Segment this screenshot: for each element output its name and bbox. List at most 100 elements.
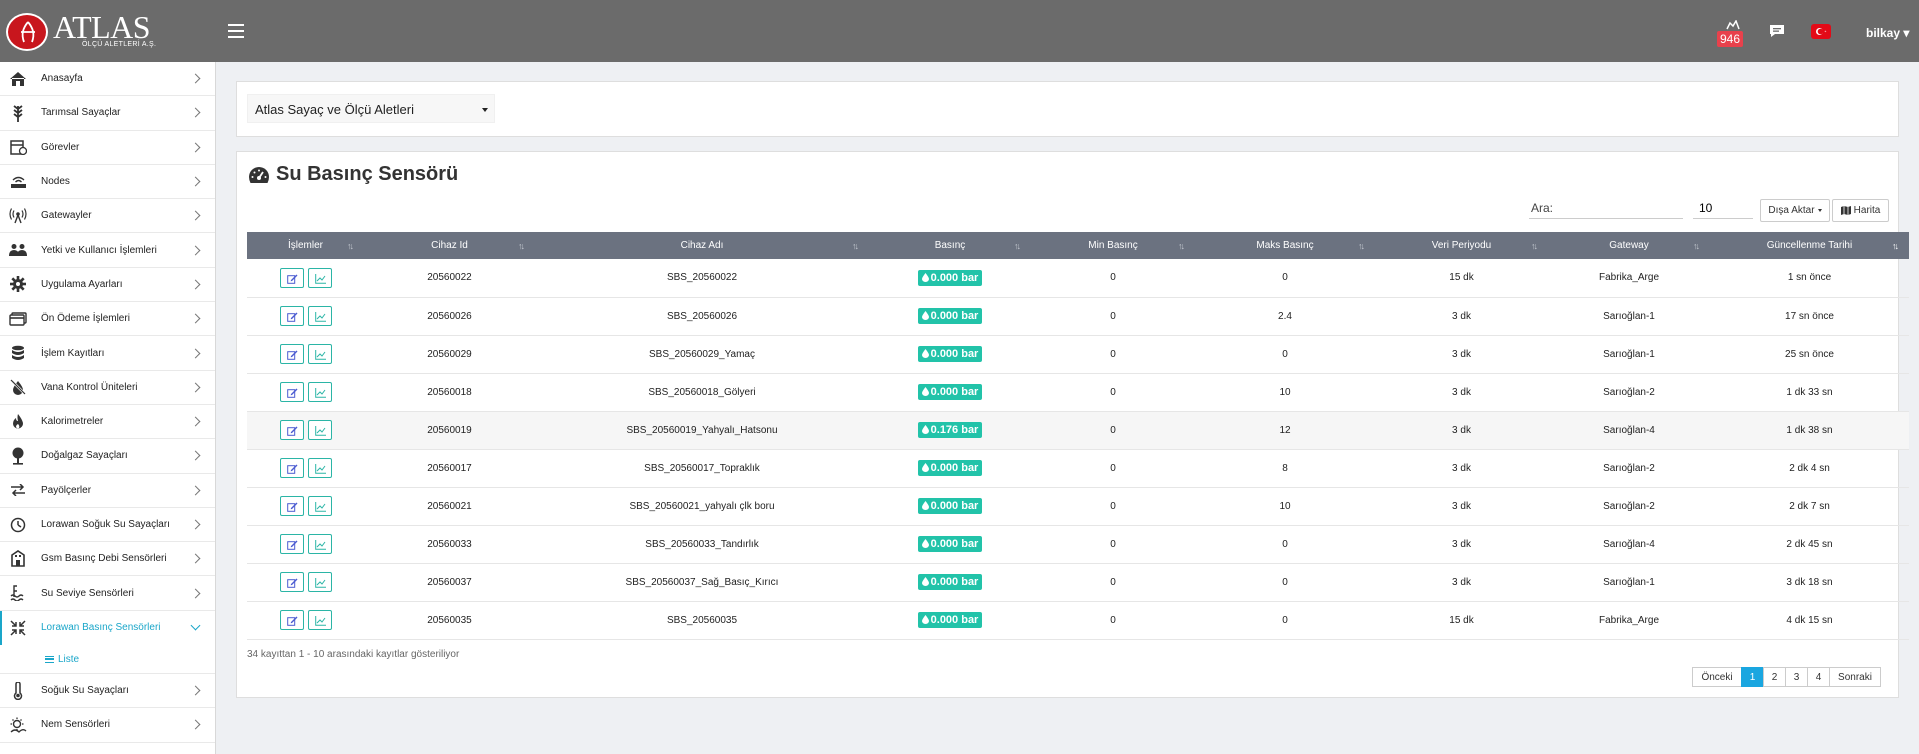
pressure-cell: 0.000 bar [869, 373, 1031, 412]
edit-button[interactable] [279, 572, 304, 592]
min-pressure-cell: 0 [1031, 259, 1195, 298]
chart-button[interactable] [307, 306, 332, 326]
page-1-button[interactable]: 1 [1741, 667, 1764, 687]
edit-button[interactable] [279, 496, 304, 516]
sidebar-item-islem-kayitlari[interactable]: İşlem Kayıtları [0, 336, 215, 371]
sidebar-item-nem[interactable]: Nem Sensörleri [0, 708, 215, 743]
sidebar-item-kalorimetreler[interactable]: Kalorimetreler [0, 405, 215, 440]
company-select[interactable]: Atlas Sayaç ve Ölçü Aletleri [247, 94, 495, 123]
column-header[interactable]: Min Basınç ↑↓ [1031, 232, 1195, 259]
column-header[interactable]: İşlemler ↑↓ [247, 232, 364, 259]
column-header[interactable]: Basınç ↑↓ [869, 232, 1031, 259]
max-pressure-cell: 12 [1195, 411, 1375, 450]
turkish-flag-icon[interactable] [1811, 24, 1831, 39]
chart-button[interactable] [307, 496, 332, 516]
sidebar-item-tarimsal[interactable]: Tarımsal Sayaçlar [0, 96, 215, 131]
page-2-button[interactable]: 2 [1763, 667, 1786, 687]
max-pressure-cell: 2.4 [1195, 297, 1375, 336]
notifications-button[interactable]: 946 [1716, 16, 1750, 50]
page-3-button[interactable]: 3 [1785, 667, 1808, 687]
gateway-cell: Sarıoğlan-4 [1548, 411, 1710, 450]
edit-button[interactable] [279, 420, 304, 440]
device-id-cell: 20560019 [364, 411, 535, 450]
sort-icon: ↑↓ [852, 241, 859, 251]
edit-button[interactable] [279, 306, 304, 326]
chart-button[interactable] [307, 420, 332, 440]
export-button[interactable]: Dışa Aktar [1760, 199, 1830, 222]
chart-button[interactable] [307, 267, 332, 288]
sidebar-item-uygulama-ayarlari[interactable]: Uygulama Ayarları [0, 268, 215, 303]
user-menu[interactable]: bilkay ▾ [1866, 26, 1909, 40]
edit-button[interactable] [279, 534, 304, 554]
page-length-input[interactable] [1693, 198, 1753, 219]
sidebar-item-nodes[interactable]: Nodes [0, 165, 215, 200]
column-header[interactable]: Cihaz Adı ↑↓ [535, 232, 869, 259]
page-4-button[interactable]: 4 [1807, 667, 1830, 687]
sidebar-item-dogalgaz[interactable]: Doğalgaz Sayaçları [0, 439, 215, 474]
sidebar-item-gorevler[interactable]: Görevler [0, 131, 215, 165]
sidebar-item-soguk-su[interactable]: Soğuk Su Sayaçları [0, 674, 215, 709]
valve-icon [8, 378, 28, 396]
home-icon [8, 70, 28, 88]
column-header[interactable]: Gateway ↑↓ [1548, 232, 1710, 259]
sidebar-item-on-odeme[interactable]: Ön Ödeme İşlemleri [0, 302, 215, 337]
database-icon [8, 344, 28, 362]
sidebar-item-lorawan-soguk-su[interactable]: Lorawan Soğuk Su Sayaçları [0, 508, 215, 543]
column-header[interactable]: Maks Basınç ↑↓ [1195, 232, 1375, 259]
edit-button[interactable] [279, 344, 304, 364]
sort-icon: ↑↓ [1693, 241, 1700, 251]
sidebar-subitem-liste[interactable]: Liste [0, 645, 215, 675]
column-header[interactable]: Veri Periyodu ↑↓ [1375, 232, 1548, 259]
updated-cell: 3 dk 18 sn [1710, 563, 1909, 602]
sidebar-item-su-seviye[interactable]: Su Seviye Sensörleri [0, 576, 215, 611]
chart-button[interactable] [307, 382, 332, 402]
sidebar-item-label: Vana Kontrol Üniteleri [41, 381, 138, 393]
min-pressure-cell: 0 [1031, 525, 1195, 564]
device-id-cell: 20560026 [364, 297, 535, 336]
sidebar-item-lorawan-basinc[interactable]: Lorawan Basınç Sensörleri [0, 610, 215, 646]
menu-toggle-icon[interactable] [228, 24, 244, 38]
chevron-right-icon [190, 588, 201, 599]
sidebar-item-label: Lorawan Basınç Sensörleri [41, 622, 161, 634]
max-pressure-cell: 0 [1195, 563, 1375, 602]
actions-cell [247, 373, 364, 412]
sidebar-item-anasayfa[interactable]: Anasayfa [0, 62, 215, 97]
chart-button[interactable] [307, 534, 332, 554]
edit-button[interactable] [279, 267, 304, 288]
map-button[interactable]: Harita [1832, 199, 1889, 222]
edit-button[interactable] [279, 382, 304, 402]
prev-page-button[interactable]: Önceki [1692, 667, 1742, 687]
sidebar-item-yetki[interactable]: Yetki ve Kullanıcı İşlemleri [0, 233, 215, 268]
edit-button[interactable] [279, 610, 304, 630]
router-icon [8, 173, 28, 191]
sidebar-item-label: Payölçerler [41, 484, 92, 496]
actions-cell [247, 487, 364, 526]
chart-button[interactable] [307, 458, 332, 478]
brand-logo[interactable]: ATLAS ÖLÇÜ ALETLERİ A.Ş. [0, 0, 212, 62]
chart-button[interactable] [307, 572, 332, 592]
min-pressure-cell: 0 [1031, 297, 1195, 336]
gateway-cell: Sarıoğlan-2 [1548, 487, 1710, 526]
next-page-button[interactable]: Sonraki [1829, 667, 1881, 687]
sidebar-item-gatewayler[interactable]: Gatewayler [0, 199, 215, 234]
sidebar-item-label: Nem Sensörleri [41, 719, 110, 731]
chat-icon[interactable] [1769, 24, 1785, 38]
sidebar-item-vana[interactable]: Vana Kontrol Üniteleri [0, 371, 215, 405]
top-bar: ATLAS ÖLÇÜ ALETLERİ A.Ş. 946 bilkay ▾ [0, 0, 1919, 62]
sidebar-item-gsm-basinc[interactable]: Gsm Basınç Debi Sensörleri [0, 542, 215, 577]
pressure-badge: 0.000 bar [917, 574, 983, 590]
column-header[interactable]: Güncellenme Tarihi ↑↓ [1710, 232, 1909, 259]
sidebar-item-payolcerler[interactable]: Payölçerler [0, 474, 215, 508]
table-row: 20560037 SBS_20560037_Sağ_Basıç_Kırıcı 0.0… [247, 563, 1909, 602]
column-header[interactable]: Cihaz Id ↑↓ [364, 232, 535, 259]
table-row: 20560026 SBS_20560026 0.000 bar 0 2.4 3 dk Sar… [247, 297, 1909, 336]
pressure-badge: 0.000 bar [917, 346, 983, 362]
chevron-right-icon [190, 107, 201, 118]
device-id-cell: 20560018 [364, 373, 535, 412]
max-pressure-cell: 8 [1195, 449, 1375, 488]
edit-button[interactable] [279, 458, 304, 478]
chart-button[interactable] [307, 610, 332, 630]
chart-button[interactable] [307, 344, 332, 364]
gateway-cell: Fabrika_Arge [1548, 259, 1710, 298]
pressure-badge: 0.000 bar [917, 612, 983, 628]
